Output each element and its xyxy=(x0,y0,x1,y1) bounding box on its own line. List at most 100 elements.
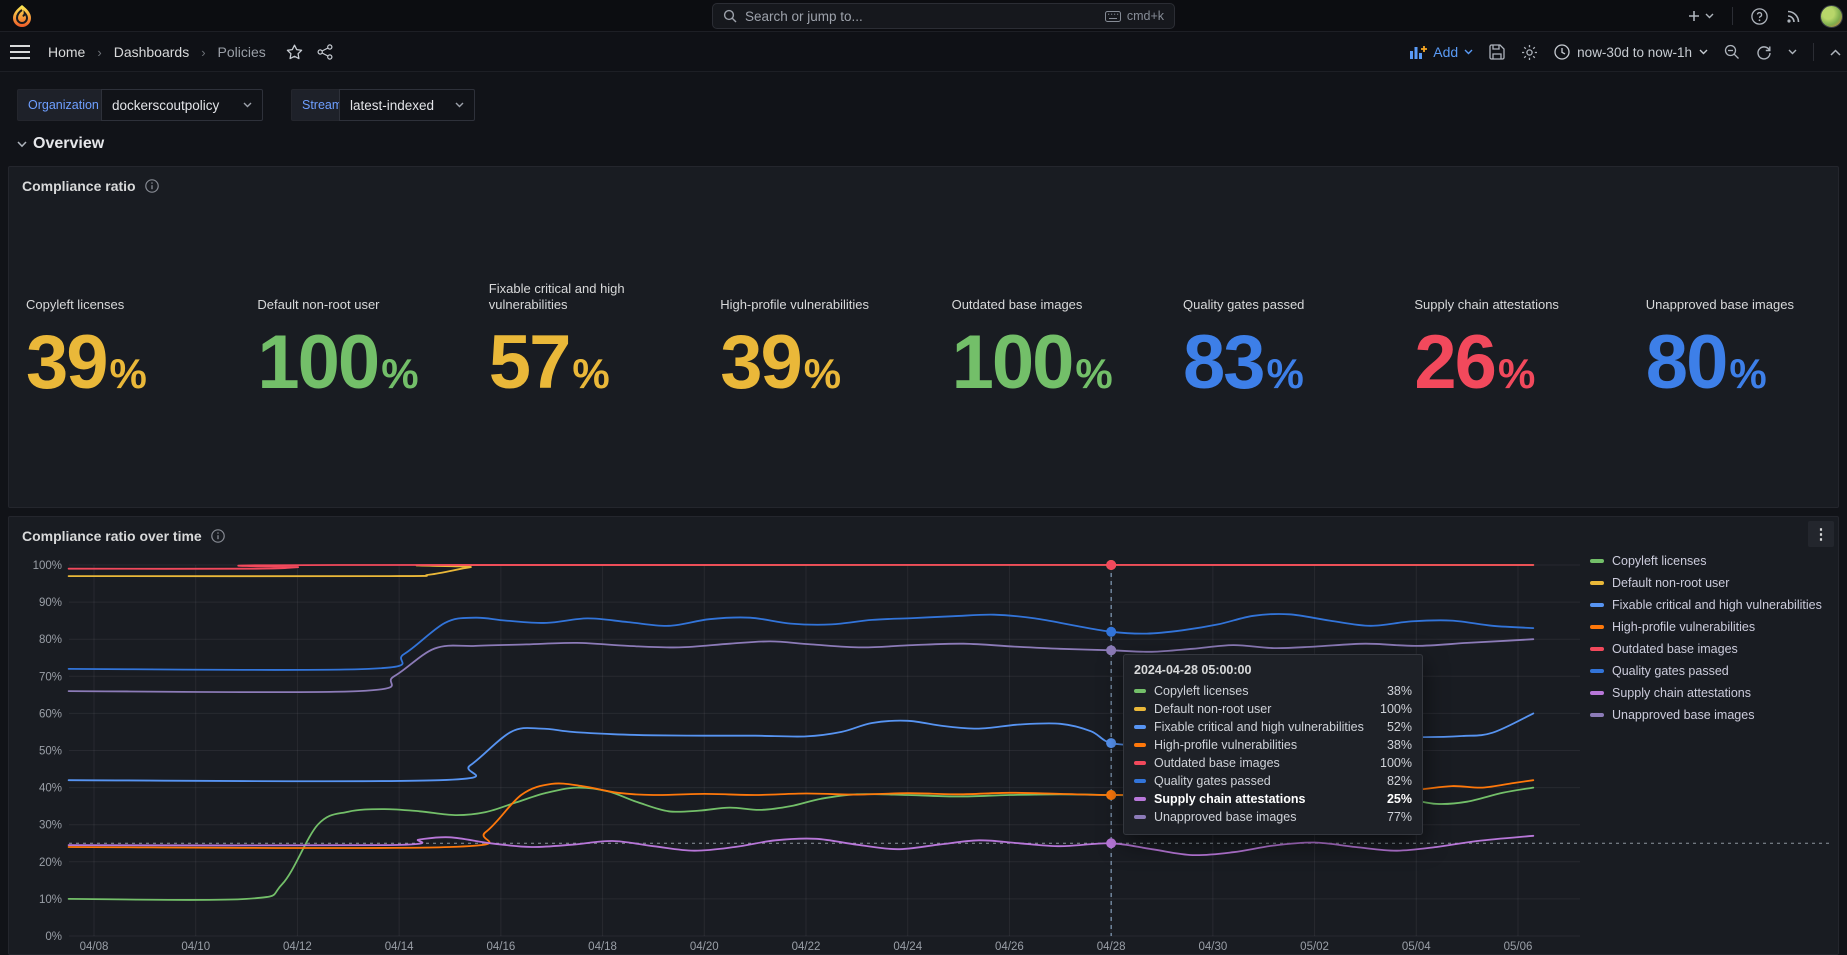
legend-label: Unapproved base images xyxy=(1612,708,1754,722)
refresh-button[interactable] xyxy=(1756,44,1772,60)
add-panel-icon xyxy=(1410,45,1427,59)
star-icon xyxy=(286,44,303,60)
chevron-up-icon xyxy=(1830,49,1841,56)
legend-item[interactable]: Outdated base images xyxy=(1590,638,1822,660)
breadcrumb-separator: › xyxy=(97,45,101,60)
stat-value: 39% xyxy=(720,325,841,401)
tooltip-color-chip xyxy=(1134,761,1146,765)
svg-text:05/02: 05/02 xyxy=(1300,941,1329,953)
search-placeholder: Search or jump to... xyxy=(745,9,1097,24)
time-range-picker[interactable]: now-30d to now-1h xyxy=(1554,44,1708,60)
tooltip-color-chip xyxy=(1134,689,1146,693)
legend-color-chip xyxy=(1590,625,1604,629)
breadcrumb-home[interactable]: Home xyxy=(48,44,85,60)
tooltip-row: Default non-root user100% xyxy=(1134,700,1412,718)
grafana-logo[interactable] xyxy=(12,5,32,27)
clock-icon xyxy=(1554,44,1570,60)
legend-color-chip xyxy=(1590,713,1604,717)
breadcrumb-policies: Policies xyxy=(218,44,266,60)
chevron-down-icon xyxy=(1464,49,1473,55)
svg-text:60%: 60% xyxy=(39,708,62,720)
chevron-down-icon xyxy=(1705,13,1714,19)
chevron-down-icon xyxy=(1699,49,1708,55)
legend-item[interactable]: Default non-root user xyxy=(1590,572,1822,594)
news-button[interactable] xyxy=(1786,8,1802,24)
collapse-toolbar-button[interactable] xyxy=(1830,49,1841,56)
svg-text:20%: 20% xyxy=(39,857,62,869)
panel-title[interactable]: Compliance ratio xyxy=(22,178,159,194)
new-button[interactable] xyxy=(1687,9,1714,23)
info-icon[interactable] xyxy=(145,179,159,193)
legend-label: Quality gates passed xyxy=(1612,664,1729,678)
help-button[interactable] xyxy=(1751,8,1768,25)
tooltip-timestamp: 2024-04-28 05:00:00 xyxy=(1134,663,1412,677)
svg-text:0%: 0% xyxy=(45,931,62,943)
tooltip-color-chip xyxy=(1134,779,1146,783)
legend-item[interactable]: Fixable critical and high vulnerabilitie… xyxy=(1590,594,1822,616)
tooltip-row: Copyleft licenses38% xyxy=(1134,682,1412,700)
tooltip-color-chip xyxy=(1134,707,1146,711)
tooltip-row: Supply chain attestations25% xyxy=(1134,790,1412,808)
chevron-down-icon xyxy=(243,102,252,108)
panel-title[interactable]: Compliance ratio over time xyxy=(22,528,225,544)
stat-value: 100% xyxy=(257,325,418,401)
search-shortcut: cmd+k xyxy=(1105,9,1164,23)
legend-color-chip xyxy=(1590,559,1604,563)
tooltip-color-chip xyxy=(1134,815,1146,819)
refresh-interval-button[interactable] xyxy=(1788,49,1797,55)
svg-text:04/08: 04/08 xyxy=(80,941,109,953)
search-input[interactable]: Search or jump to... cmd+k xyxy=(712,3,1175,29)
share-icon xyxy=(317,44,333,60)
plus-icon xyxy=(1687,9,1701,23)
panel-compliance-ratio: Compliance ratio Copyleft licenses39%Def… xyxy=(8,166,1839,508)
chevron-down-icon xyxy=(17,141,27,148)
share-button[interactable] xyxy=(317,44,333,60)
menu-toggle-button[interactable] xyxy=(10,45,30,59)
svg-text:05/06: 05/06 xyxy=(1504,941,1533,953)
row-overview[interactable]: Overview xyxy=(17,135,104,153)
legend-item[interactable]: High-profile vulnerabilities xyxy=(1590,616,1822,638)
variable-select-organization[interactable]: dockerscoutpolicy xyxy=(101,89,263,121)
panel-compliance-ratio-over-time: 0%10%20%30%40%50%60%70%80%90%100%04/0804… xyxy=(8,516,1839,955)
legend-label: Supply chain attestations xyxy=(1612,686,1751,700)
timeseries-chart[interactable]: 0%10%20%30%40%50%60%70%80%90%100%04/0804… xyxy=(9,517,1838,954)
breadcrumb-dashboards[interactable]: Dashboards xyxy=(114,44,190,60)
zoom-out-button[interactable] xyxy=(1724,44,1740,60)
top-bar: Search or jump to... cmd+k xyxy=(0,0,1847,32)
save-dashboard-button[interactable] xyxy=(1489,44,1505,60)
gear-icon xyxy=(1521,44,1538,61)
legend-label: Default non-root user xyxy=(1612,576,1729,590)
divider xyxy=(1813,43,1814,61)
dashboard-settings-button[interactable] xyxy=(1521,44,1538,61)
chart-tooltip: 2024-04-28 05:00:00 Copyleft licenses38%D… xyxy=(1123,654,1423,835)
legend-item[interactable]: Copyleft licenses xyxy=(1590,550,1822,572)
variable-label-organization: Organization xyxy=(17,89,101,121)
legend-color-chip xyxy=(1590,647,1604,651)
hamburger-icon xyxy=(10,45,30,59)
svg-text:04/14: 04/14 xyxy=(385,941,414,953)
variable-select-stream[interactable]: latest-indexed xyxy=(339,89,475,121)
legend-item[interactable]: Supply chain attestations xyxy=(1590,682,1822,704)
svg-text:50%: 50% xyxy=(39,746,62,758)
svg-text:04/10: 04/10 xyxy=(181,941,210,953)
add-button[interactable]: Add xyxy=(1410,44,1473,60)
favorite-button[interactable] xyxy=(286,44,303,60)
chevron-down-icon xyxy=(455,102,464,108)
tooltip-row: Fixable critical and high vulnerabilitie… xyxy=(1134,718,1412,736)
legend-item[interactable]: Quality gates passed xyxy=(1590,660,1822,682)
tooltip-color-chip xyxy=(1134,743,1146,747)
panel-menu-button[interactable]: ⋮ xyxy=(1808,521,1834,547)
tooltip-row: High-profile vulnerabilities38% xyxy=(1134,736,1412,754)
legend-label: Outdated base images xyxy=(1612,642,1738,656)
section-title: Overview xyxy=(33,135,104,153)
stat-value: 57% xyxy=(489,325,610,401)
stat-label: Default non-root user xyxy=(257,297,379,313)
legend-item[interactable]: Unapproved base images xyxy=(1590,704,1822,726)
stat-value: 39% xyxy=(26,325,147,401)
zoom-out-icon xyxy=(1724,44,1740,60)
info-icon[interactable] xyxy=(211,529,225,543)
legend-color-chip xyxy=(1590,691,1604,695)
avatar[interactable] xyxy=(1820,5,1843,28)
variable-label-stream: Stream xyxy=(291,89,339,121)
svg-text:04/12: 04/12 xyxy=(283,941,312,953)
